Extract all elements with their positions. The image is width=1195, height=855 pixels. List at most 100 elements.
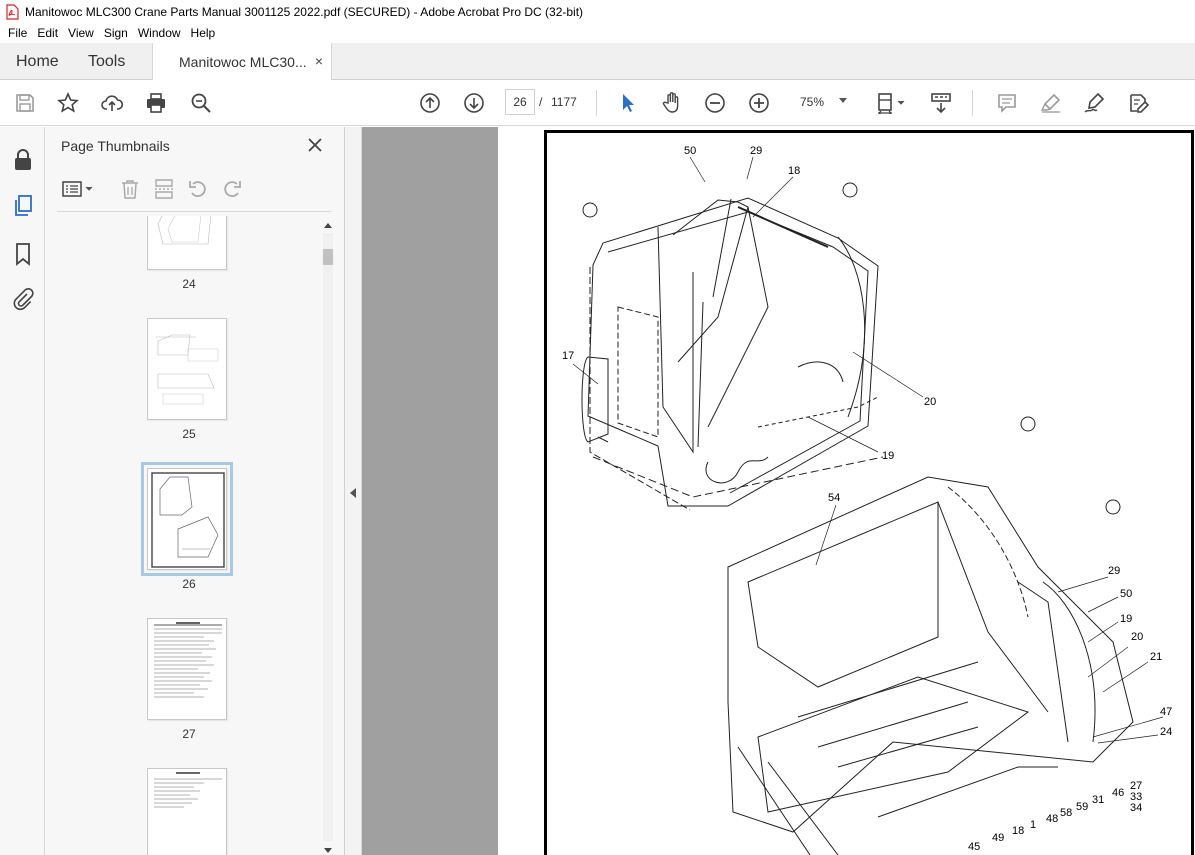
part-callout: 20	[924, 396, 937, 408]
part-callout: 58	[1060, 807, 1073, 819]
title-bar: Manitowoc MLC300 Crane Parts Manual 3001…	[0, 0, 1195, 23]
part-callout: 34	[1130, 802, 1143, 814]
zoom-level-value: 75%	[800, 95, 825, 109]
part-callout: 47	[1160, 706, 1173, 718]
tab-home[interactable]: Home	[16, 43, 59, 80]
part-callout: 24	[1160, 726, 1173, 738]
part-callout: 54	[828, 492, 841, 504]
part-callout: 59	[1076, 801, 1089, 813]
attachments-paperclip-icon[interactable]	[10, 286, 36, 312]
thumbnail-toolbar	[61, 173, 329, 209]
part-callout: 17	[562, 350, 575, 362]
lock-icon[interactable]	[10, 147, 36, 173]
insert-page-icon[interactable]	[153, 178, 175, 200]
sign-pen-icon[interactable]	[1082, 91, 1106, 115]
tab-tools[interactable]: Tools	[88, 43, 125, 80]
hand-tool-icon[interactable]	[660, 91, 684, 115]
menu-edit[interactable]: Edit	[32, 26, 63, 40]
thumbnail-scrollbar[interactable]	[321, 219, 335, 855]
page-total: 1177	[551, 95, 577, 109]
part-callout: 45	[968, 841, 981, 853]
scroll-track[interactable]	[323, 233, 333, 841]
part-callout: 20	[1131, 631, 1144, 643]
thumbnail-page[interactable]	[147, 768, 227, 855]
previous-page-icon[interactable]	[418, 91, 442, 115]
highlight-pen-icon[interactable]	[1039, 91, 1063, 115]
parts-drawing	[572, 156, 1164, 855]
bookmark-star-icon[interactable]	[56, 91, 80, 115]
save-icon[interactable]	[13, 91, 37, 115]
thumbnail-page[interactable]	[147, 618, 227, 720]
rotate-clockwise-icon[interactable]	[221, 178, 243, 200]
comment-icon[interactable]	[995, 91, 1019, 115]
menu-view[interactable]: View	[63, 26, 99, 40]
part-callout: 19	[1120, 613, 1133, 625]
page-number-input[interactable]: 26	[505, 89, 535, 115]
window-title: Manitowoc MLC300 Crane Parts Manual 3001…	[25, 4, 584, 19]
part-callout: 50	[1120, 588, 1133, 600]
thumbnail-page-number: 27	[182, 727, 196, 741]
thumbnail-page[interactable]	[147, 318, 227, 420]
panel-collapse-handle[interactable]	[345, 127, 362, 855]
menu-file[interactable]: File	[3, 26, 32, 40]
page-thumbnails-icon[interactable]	[10, 193, 36, 219]
thumbnail-options-menu[interactable]	[61, 178, 95, 200]
close-panel-icon[interactable]	[306, 136, 324, 154]
document-page: 50 29 18 17 20 19 54 29 50 19 20 21 47 2…	[498, 127, 1195, 855]
part-callout: 29	[750, 145, 763, 157]
panel-divider	[57, 211, 331, 212]
scrolling-mode-icon[interactable]	[929, 91, 953, 115]
upload-cloud-icon[interactable]	[100, 91, 124, 115]
document-viewport[interactable]: 50 29 18 17 20 19 54 29 50 19 20 21 47 2…	[362, 127, 1195, 855]
thumbnail-page-number: 24	[182, 277, 196, 291]
tab-document[interactable]: Manitowoc MLC30... ×	[152, 43, 332, 81]
acrobat-pdf-icon	[6, 3, 19, 20]
zoom-level-dropdown[interactable]: 75%	[793, 89, 855, 115]
left-navigation-rail	[0, 127, 45, 855]
zoom-search-icon[interactable]	[189, 91, 213, 115]
tab-close-icon[interactable]: ×	[315, 53, 323, 69]
toolbar-divider	[596, 90, 597, 116]
thumbnail-page[interactable]	[147, 216, 227, 270]
part-callout: 48	[1046, 813, 1059, 825]
bookmarks-icon[interactable]	[10, 241, 36, 267]
delete-page-icon[interactable]	[119, 178, 141, 200]
part-callout: 46	[1112, 787, 1125, 799]
zoom-in-icon[interactable]	[747, 91, 771, 115]
page-thumbnails-panel: Page Thumbnails 24 25 26 27	[45, 127, 345, 855]
part-callout: 19	[882, 450, 895, 462]
tab-bar: Home Tools Manitowoc MLC30... ×	[0, 43, 1195, 81]
menu-window[interactable]: Window	[133, 26, 186, 40]
page-separator: /	[539, 95, 543, 109]
print-icon[interactable]	[144, 91, 168, 115]
thumbnail-page-number: 26	[182, 577, 196, 591]
scroll-thumb[interactable]	[323, 249, 333, 265]
chevron-down-icon	[839, 98, 847, 103]
part-callout: 49	[992, 832, 1005, 844]
part-callout: 18	[1012, 825, 1025, 837]
part-callout: 21	[1150, 651, 1163, 663]
thumbnail-page-number: 25	[182, 427, 196, 441]
select-cursor-icon[interactable]	[616, 91, 640, 115]
rotate-counterclockwise-icon[interactable]	[187, 178, 209, 200]
chevron-left-icon	[350, 488, 356, 498]
part-callout: 29	[1108, 565, 1121, 577]
page-fit-icon[interactable]	[874, 91, 910, 115]
thumbnail-list: 24 25 26 27	[57, 216, 321, 855]
menu-help[interactable]: Help	[186, 26, 221, 40]
toolbar-divider	[972, 90, 973, 116]
tab-document-label: Manitowoc MLC30...	[179, 54, 307, 70]
part-callout: 50	[684, 145, 697, 157]
part-callout: 31	[1092, 794, 1105, 806]
next-page-icon[interactable]	[462, 91, 486, 115]
panel-title: Page Thumbnails	[61, 138, 170, 154]
menu-bar: File Edit View Sign Window Help	[0, 23, 1195, 43]
menu-sign[interactable]: Sign	[99, 26, 133, 40]
thumbnail-page[interactable]	[141, 462, 233, 576]
fill-and-sign-icon[interactable]	[1126, 91, 1150, 115]
scroll-down-icon[interactable]	[324, 848, 332, 853]
scroll-up-icon[interactable]	[324, 223, 332, 228]
part-callout: 1	[1030, 819, 1037, 831]
part-callout: 18	[788, 165, 801, 177]
zoom-out-icon[interactable]	[703, 91, 727, 115]
